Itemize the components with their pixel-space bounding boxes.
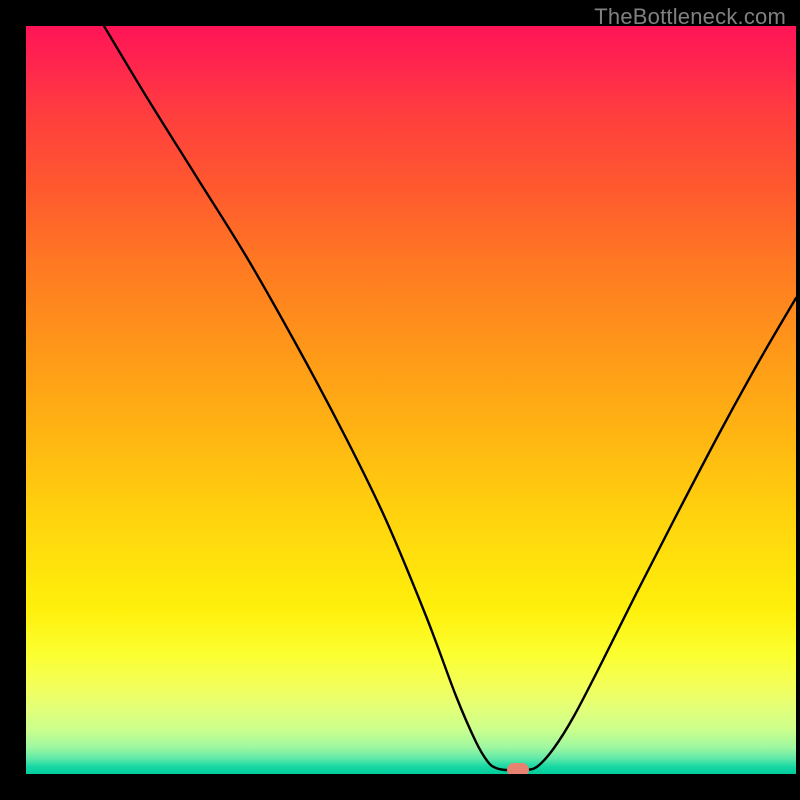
plot-area <box>26 26 796 774</box>
curve-path <box>104 26 796 770</box>
chart-frame: TheBottleneck.com <box>0 0 800 800</box>
bottleneck-curve <box>26 26 796 774</box>
current-position-marker <box>507 763 529 774</box>
watermark-text: TheBottleneck.com <box>594 4 786 30</box>
